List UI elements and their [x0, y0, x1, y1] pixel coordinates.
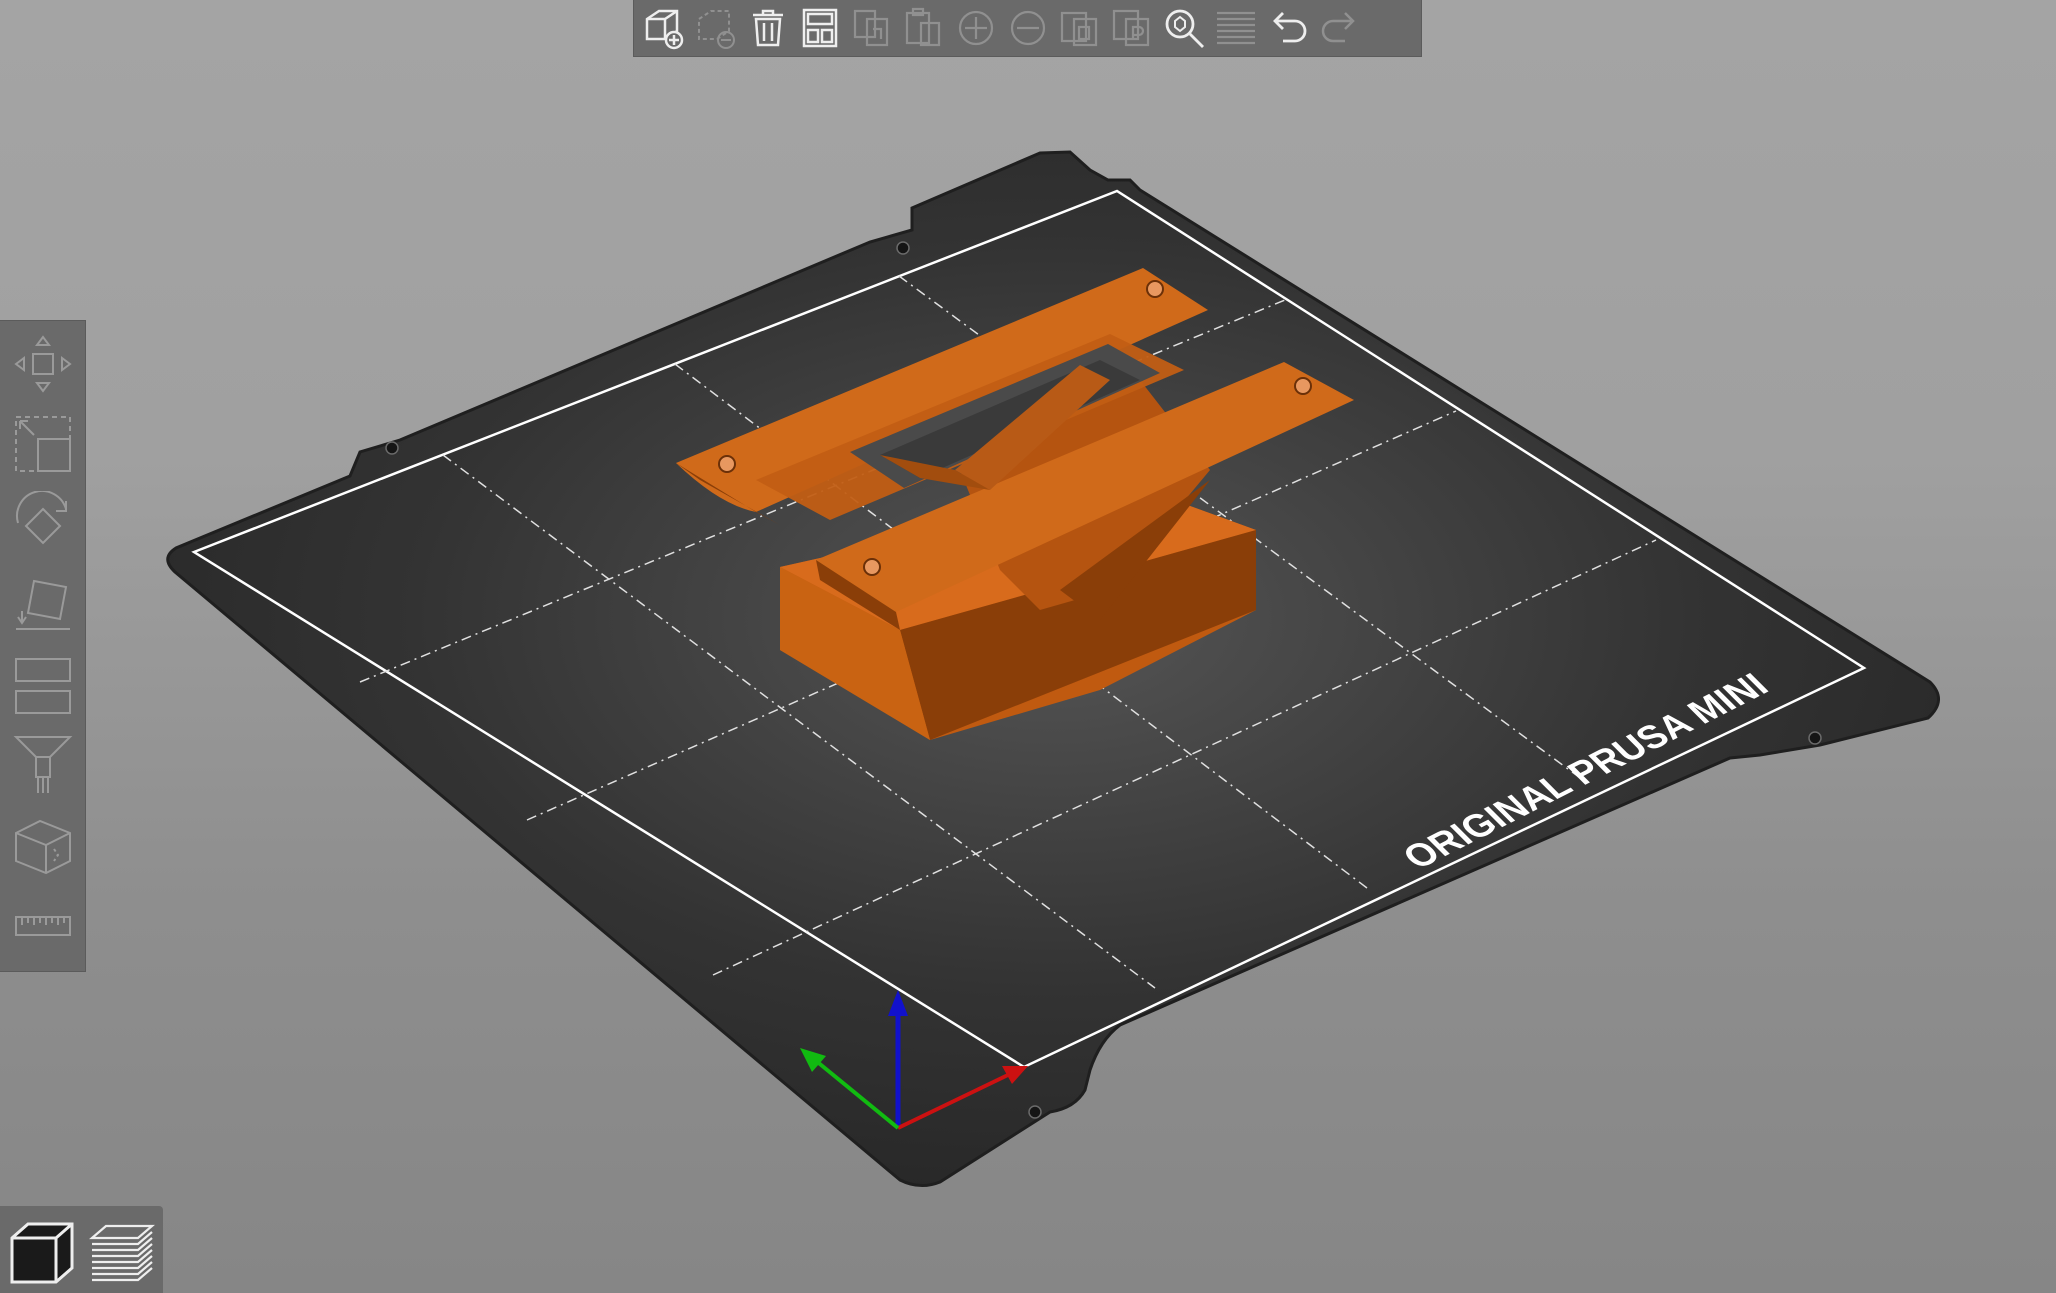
- delete-all-button[interactable]: [742, 2, 794, 54]
- add-object-button[interactable]: [638, 2, 690, 54]
- rotate-icon: [16, 491, 67, 545]
- paint-supports-icon: [13, 736, 73, 793]
- add-instance-button[interactable]: [950, 2, 1002, 54]
- 3d-scene[interactable]: ORIGINAL PRUSA MINI: [0, 0, 2056, 1293]
- copy-button[interactable]: [846, 2, 898, 54]
- seam-painting-icon: [15, 819, 71, 875]
- split-objects-button[interactable]: [1054, 2, 1106, 54]
- paste-icon: [905, 7, 941, 47]
- remove-instance-button[interactable]: [1002, 2, 1054, 54]
- add-instance-icon: [958, 10, 994, 46]
- move-button[interactable]: [8, 329, 78, 399]
- copy-icon: [853, 9, 889, 47]
- search-icon: [1165, 9, 1204, 48]
- cut-button[interactable]: [8, 649, 78, 719]
- delete-all-icon: [753, 9, 783, 47]
- measure-button[interactable]: [8, 891, 78, 961]
- move-icon: [14, 335, 72, 393]
- remove-instance-icon: [1010, 10, 1046, 46]
- view-switch: [0, 1206, 163, 1293]
- top-toolbar: [633, 0, 1422, 57]
- left-toolbar: [0, 320, 86, 972]
- undo-button[interactable]: [1262, 2, 1314, 54]
- redo-icon: [1321, 12, 1355, 43]
- undo-icon: [1273, 12, 1307, 43]
- split-parts-button[interactable]: [1106, 2, 1158, 54]
- rotate-button[interactable]: [8, 489, 78, 559]
- search-button[interactable]: [1158, 2, 1210, 54]
- arrange-button[interactable]: [794, 2, 846, 54]
- seam-painting-button[interactable]: [8, 811, 78, 881]
- preview-layers-button[interactable]: [84, 1214, 160, 1290]
- redo-button[interactable]: [1314, 2, 1366, 54]
- cut-icon: [15, 658, 71, 714]
- 3d-view-icon: [10, 1222, 74, 1284]
- split-parts-icon: [1112, 9, 1150, 47]
- preview-layers-icon: [89, 1224, 155, 1282]
- paste-button[interactable]: [898, 2, 950, 54]
- place-on-face-icon: [16, 579, 70, 630]
- scale-icon: [15, 416, 71, 472]
- delete-object-button[interactable]: [690, 2, 742, 54]
- layers-editing-icon: [1217, 11, 1255, 45]
- split-objects-icon: [1060, 11, 1098, 47]
- 3d-view-button[interactable]: [4, 1214, 80, 1290]
- measure-icon: [15, 916, 71, 936]
- arrange-icon: [802, 8, 838, 48]
- place-on-face-button[interactable]: [8, 569, 78, 639]
- paint-supports-button[interactable]: [8, 729, 78, 799]
- scale-button[interactable]: [8, 409, 78, 479]
- layers-editing-button[interactable]: [1210, 2, 1262, 54]
- add-object-icon: [645, 9, 684, 50]
- delete-object-icon: [698, 10, 735, 49]
